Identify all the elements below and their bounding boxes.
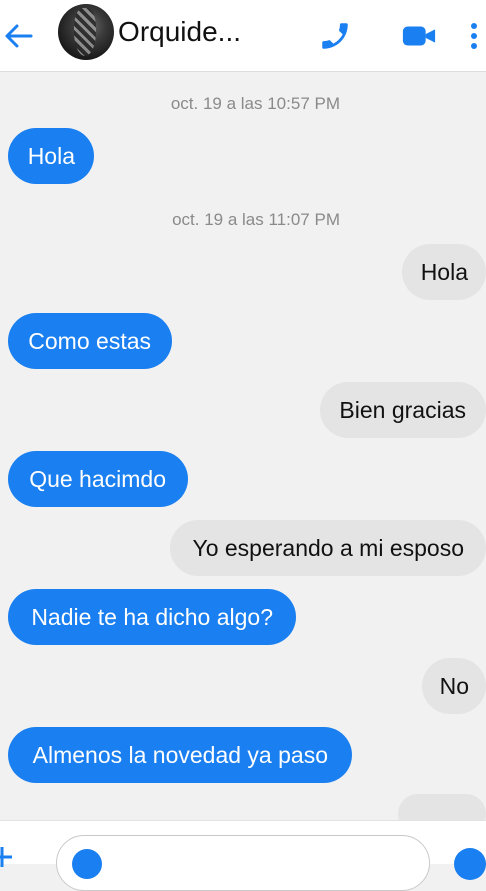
avatar[interactable] [58,4,114,60]
message-input[interactable]: A [56,835,430,891]
message-bubble-sent[interactable]: Que hacimdo [8,451,188,507]
message-text: Hola [27,142,75,169]
message-text: Que hacimdo [29,465,167,492]
video-camera-icon[interactable] [401,18,437,54]
messenger-screen: Orquide... oct. 19 a las 10:57 PM oct. 1… [0,0,486,891]
back-arrow-icon[interactable] [0,18,36,54]
message-bubble-received[interactable]: No [422,658,486,714]
message-text: Hola [420,258,468,285]
contact-name[interactable]: Orquide... [118,16,241,48]
message-bubble-sent[interactable]: Hola [8,128,94,184]
more-vertical-icon[interactable] [456,18,486,54]
emoji-icon[interactable] [72,849,102,879]
message-bubble-sent[interactable]: Como estas [8,313,172,369]
message-text: Yo esperando a mi esposo [192,534,464,561]
message-bubble-sent[interactable]: Nadie te ha dicho algo? [8,589,296,645]
message-bubble-received[interactable]: Hola [402,244,486,300]
message-text: Como estas [28,327,152,354]
message-text: Almenos la novedad ya paso [32,741,328,768]
message-bubble-received[interactable]: Bien gracias [320,382,486,438]
message-bubble-sent[interactable]: Almenos la novedad ya paso [8,727,352,783]
message-text: Nadie te ha dicho algo? [31,603,273,630]
send-icon[interactable] [454,848,486,880]
phone-icon[interactable] [317,18,353,54]
message-bubble-received[interactable]: Yo esperando a mi esposo [170,520,486,576]
message-text: Bien gracias [339,396,467,423]
chat-header: Orquide... [0,0,486,72]
timestamp: oct. 19 a las 10:57 PM [170,94,340,113]
add-icon[interactable] [0,845,14,869]
timestamp: oct. 19 a las 11:07 PM [172,210,340,229]
message-text: No [439,672,469,699]
